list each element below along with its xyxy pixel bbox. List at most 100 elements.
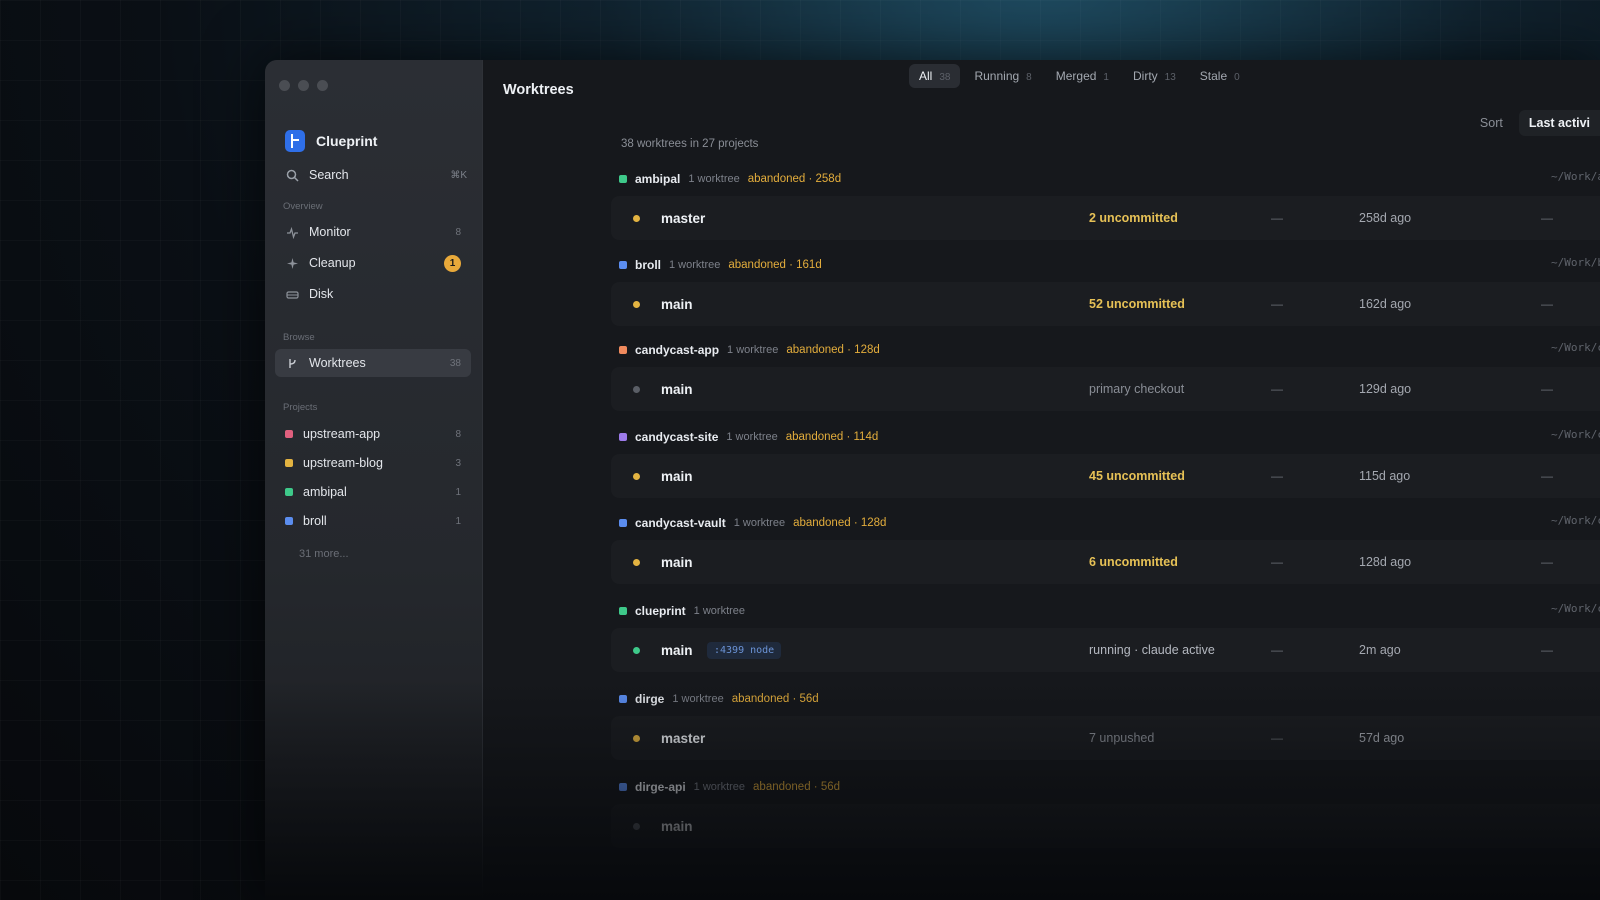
worktree-row[interactable]: master 2 uncommitted — 258d ago — xyxy=(611,196,1600,240)
group-project-name: clueprint xyxy=(635,604,686,618)
close-window-button[interactable] xyxy=(279,80,290,91)
sidebar-item-label: Monitor xyxy=(309,225,351,239)
ahead-behind: — xyxy=(1271,382,1283,396)
group-header[interactable]: ambipal 1 worktree abandoned · 258d ~/Work/… xyxy=(611,168,1600,190)
branch-name: master xyxy=(661,210,706,226)
zoom-window-button[interactable] xyxy=(317,80,328,91)
last-activity: 162d ago xyxy=(1359,297,1412,311)
worktree-summary: 38 worktrees in 27 projects xyxy=(621,138,759,150)
sort-select[interactable]: Last activi xyxy=(1518,110,1600,136)
ahead-behind: — xyxy=(1271,469,1283,483)
group-status: abandoned · 258d xyxy=(747,173,842,185)
sidebar-item-count: 1 xyxy=(455,515,461,527)
worktree-row[interactable]: main xyxy=(611,804,1600,848)
status-dot xyxy=(633,734,640,742)
group-project-name: ambipal xyxy=(635,172,681,186)
extra-column: — xyxy=(1541,382,1553,396)
status-dot xyxy=(633,822,640,830)
sidebar-item-worktrees[interactable]: Worktrees 38 xyxy=(275,349,471,377)
more-projects-link[interactable]: 31 more... xyxy=(299,548,349,560)
tab-stale[interactable]: Stale 0 xyxy=(1190,64,1250,88)
worktree-row[interactable]: master 7 unpushed — 57d ago xyxy=(611,716,1600,760)
group-status: abandoned · 114d xyxy=(785,431,879,443)
sidebar-item-label: ambipal xyxy=(303,485,347,499)
sidebar-project-upstream-app[interactable]: upstream-app 8 xyxy=(275,420,471,448)
ahead-behind: — xyxy=(1271,211,1283,225)
group-header[interactable]: candycast-app 1 worktree abandoned · 128d ~… xyxy=(611,339,1600,361)
sidebar-item-label: Disk xyxy=(309,287,334,301)
branch-name: main xyxy=(661,468,693,484)
group-status: abandoned · 128d xyxy=(793,517,887,529)
group-status: abandoned · 161d xyxy=(728,259,822,271)
worktree-group: candycast-app 1 worktree abandoned · 128d ~… xyxy=(611,339,1600,411)
worktree-row[interactable]: main 6 uncommitted — 128d ago — xyxy=(611,540,1600,584)
worktree-group: dirge-api 1 worktree abandoned · 56d main xyxy=(611,776,1600,848)
group-project-name: dirge-api xyxy=(635,780,686,794)
group-project-name: dirge xyxy=(635,692,665,706)
last-activity: 57d ago xyxy=(1359,731,1405,745)
sidebar-item-label: Worktrees xyxy=(309,356,366,370)
project-color-dot xyxy=(285,488,293,496)
sidebar-item-count: 8 xyxy=(455,226,461,238)
worktree-row[interactable]: main primary checkout — 129d ago — xyxy=(611,367,1600,411)
group-header[interactable]: clueprint 1 worktree ~/Work/cluep xyxy=(611,600,1600,622)
main-panel: Worktrees All 38 Running 8 Merged 1 Dirt… xyxy=(483,60,1600,900)
extra-column: — xyxy=(1541,643,1553,657)
status-dot xyxy=(633,214,640,222)
section-browse: Browse xyxy=(283,332,315,343)
worktree-row[interactable]: main:4399 node running · claude active — 2m… xyxy=(611,628,1600,672)
group-header[interactable]: candycast-vault 1 worktree abandoned · 128… xyxy=(611,512,1600,534)
group-worktree-count: 1 worktree xyxy=(688,173,740,185)
status-dot xyxy=(633,558,640,566)
sidebar-project-ambipal[interactable]: ambipal 1 xyxy=(275,478,471,506)
tab-count: 1 xyxy=(1103,72,1109,83)
page-title: Worktrees xyxy=(503,82,574,98)
search-button[interactable]: Search ⌘K xyxy=(285,168,467,182)
group-worktree-count: 1 worktree xyxy=(669,259,721,271)
tab-running[interactable]: Running 8 xyxy=(964,64,1041,88)
branch-name: main xyxy=(661,554,693,570)
tab-merged[interactable]: Merged 1 xyxy=(1046,64,1119,88)
group-header[interactable]: broll 1 worktree abandoned · 161d ~/Work/br… xyxy=(611,254,1600,276)
worktree-row[interactable]: main 52 uncommitted — 162d ago — xyxy=(611,282,1600,326)
project-color-dot xyxy=(619,346,627,354)
worktree-group: clueprint 1 worktree ~/Work/cluep main:4399… xyxy=(611,600,1600,672)
sidebar-item-monitor[interactable]: Monitor 8 xyxy=(275,218,471,246)
tab-count: 38 xyxy=(939,72,951,83)
branch-name: master xyxy=(661,730,706,746)
extra-column: — xyxy=(1541,211,1553,225)
sparkle-icon xyxy=(285,256,299,270)
sort-control: Sort Last activi xyxy=(1480,110,1600,136)
project-color-dot xyxy=(285,459,293,467)
worktree-group: candycast-site 1 worktree abandoned · 114d… xyxy=(611,426,1600,498)
project-color-dot xyxy=(619,607,627,615)
group-header[interactable]: dirge 1 worktree abandoned · 56d xyxy=(611,688,1600,710)
sidebar-item-disk[interactable]: Disk xyxy=(275,280,471,308)
project-color-dot xyxy=(285,517,293,525)
brand: Clueprint xyxy=(285,130,377,152)
section-overview: Overview xyxy=(283,201,323,212)
project-color-dot xyxy=(619,261,627,269)
tab-all[interactable]: All 38 xyxy=(909,64,961,88)
group-project-name: candycast-site xyxy=(635,430,719,444)
ahead-behind: — xyxy=(1271,643,1283,657)
sidebar-project-upstream-blog[interactable]: upstream-blog 3 xyxy=(275,449,471,477)
project-color-dot xyxy=(619,695,627,703)
minimize-window-button[interactable] xyxy=(298,80,309,91)
worktree-row[interactable]: main 45 uncommitted — 115d ago — xyxy=(611,454,1600,498)
ahead-behind: — xyxy=(1271,297,1283,311)
tab-dirty[interactable]: Dirty 13 xyxy=(1123,64,1186,88)
cleanup-badge: 1 xyxy=(444,254,461,272)
ahead-behind: — xyxy=(1271,555,1283,569)
sort-label: Sort xyxy=(1479,116,1503,130)
disk-icon xyxy=(285,287,299,301)
group-header[interactable]: dirge-api 1 worktree abandoned · 56d xyxy=(611,776,1600,798)
tab-label: All xyxy=(919,69,933,83)
last-activity: 128d ago xyxy=(1359,555,1412,569)
branch-name: main xyxy=(661,642,693,658)
sidebar-item-cleanup[interactable]: Cleanup 1 xyxy=(275,249,471,277)
group-header[interactable]: candycast-site 1 worktree abandoned · 114d… xyxy=(611,426,1600,448)
sidebar-project-broll[interactable]: broll 1 xyxy=(275,507,471,535)
sidebar-item-label: Cleanup xyxy=(309,256,356,270)
last-activity: 115d ago xyxy=(1359,469,1411,483)
